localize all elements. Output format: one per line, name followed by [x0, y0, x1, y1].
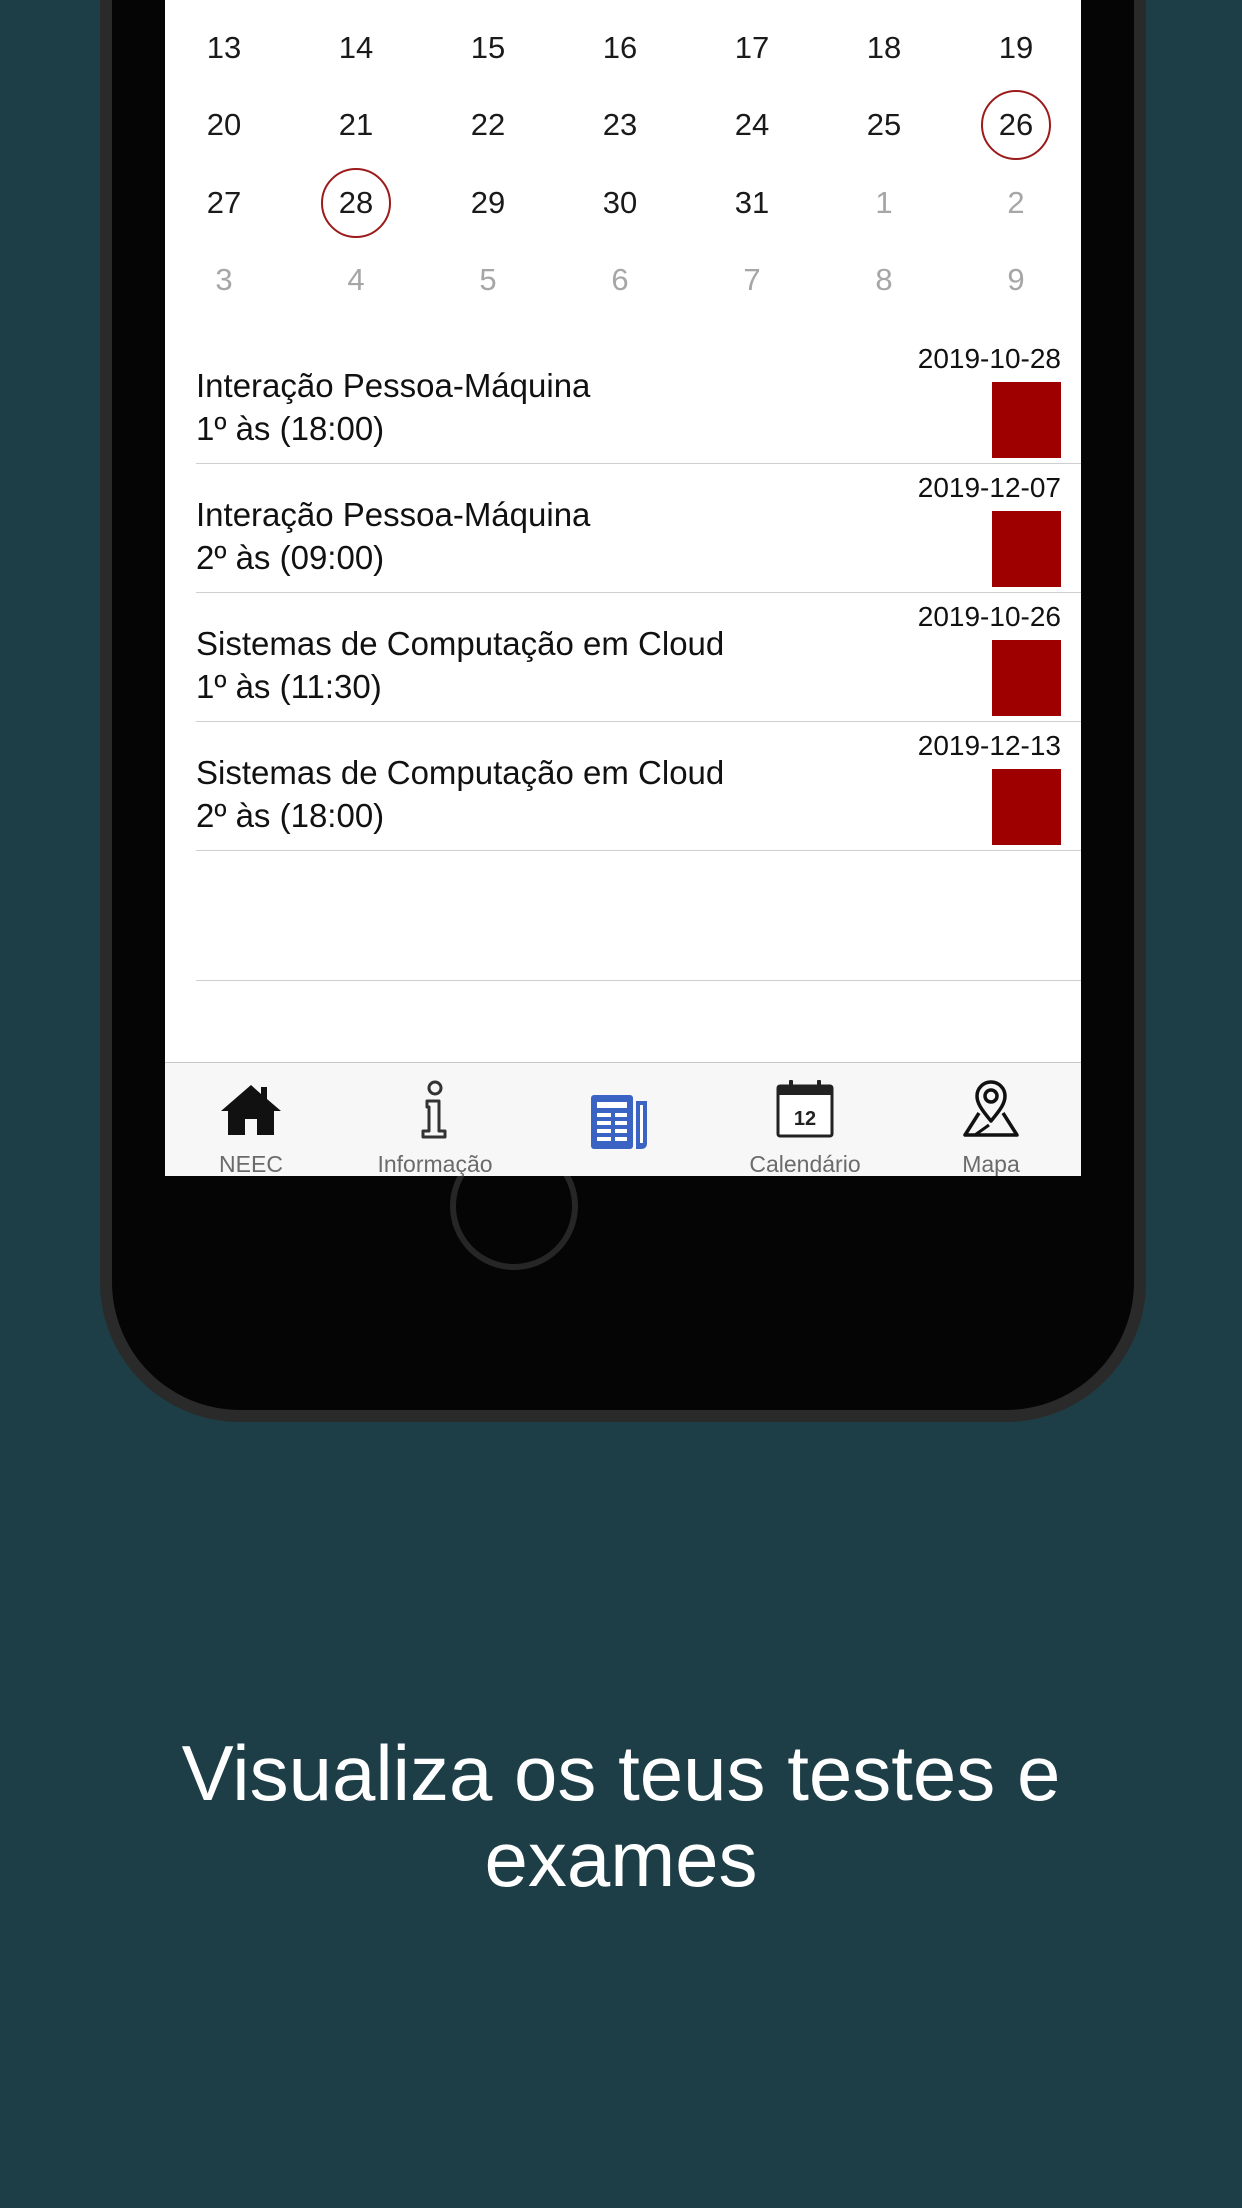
calendar-day-other-month[interactable]: 8 [849, 245, 919, 315]
calendar-day[interactable]: 27 [189, 168, 259, 238]
tab-label: Mapa [962, 1151, 1020, 1176]
exam-color-swatch [992, 640, 1061, 716]
tab-label: Calendário [749, 1151, 861, 1176]
exam-color-swatch [992, 511, 1061, 587]
calendar-day[interactable]: 24 [717, 90, 787, 160]
calendar-day[interactable]: 17 [717, 13, 787, 83]
headline-line: exames [484, 1815, 758, 1903]
calendar-day[interactable]: 18 [849, 13, 919, 83]
calendar-week-row: 20 21 22 23 24 25 26 [165, 90, 1081, 160]
exam-time: 1º às (18:00) [196, 410, 385, 447]
empty-list-row [196, 851, 1081, 981]
exam-time: 2º às (18:00) [196, 797, 385, 834]
calendar-day[interactable]: 23 [585, 90, 655, 160]
exam-color-swatch [992, 769, 1061, 845]
calendar-day-other-month[interactable]: 9 [981, 245, 1051, 315]
tab-calendario[interactable]: 12 Calendário [720, 1063, 890, 1176]
calendar-week-row: 3 4 5 6 7 8 9 [165, 245, 1081, 305]
exam-color-swatch [992, 382, 1061, 458]
calendar-day-other-month[interactable]: 4 [321, 245, 391, 315]
calendar-day[interactable]: 29 [453, 168, 523, 238]
tab-informacao[interactable]: Informação [350, 1063, 520, 1176]
calendar-day[interactable]: 22 [453, 90, 523, 160]
calendar-day-other-month[interactable]: 2 [981, 168, 1051, 238]
exam-time: 1º às (11:30) [196, 668, 382, 705]
calendar-day-other-month[interactable]: 3 [189, 245, 259, 315]
tab-label: NEEC [219, 1151, 283, 1176]
info-icon [415, 1079, 455, 1146]
exam-date: 2019-10-28 [917, 343, 1061, 374]
calendar-day-other-month[interactable]: 5 [453, 245, 523, 315]
calendar-week-row: 13 14 15 16 17 18 19 [165, 13, 1081, 73]
exam-title: Interação Pessoa-Máquina [196, 496, 591, 533]
marketing-headline: Visualiza os teus testes e exames [0, 1730, 1242, 1902]
exam-date: 2019-12-07 [917, 472, 1061, 503]
tab-mapa[interactable]: Mapa [906, 1063, 1076, 1176]
calendar-icon-text: 12 [794, 1108, 816, 1130]
exam-title: Interação Pessoa-Máquina [196, 367, 591, 404]
calendar-day[interactable]: 16 [585, 13, 655, 83]
map-pin-icon [959, 1079, 1023, 1144]
calendar-day[interactable]: 19 [981, 13, 1051, 83]
exam-date: 2019-10-26 [917, 601, 1061, 632]
house-icon [219, 1079, 283, 1144]
calendar-day[interactable]: 13 [189, 13, 259, 83]
tab-neec[interactable]: NEEC [166, 1063, 336, 1176]
calendar-day[interactable]: 15 [453, 13, 523, 83]
calendar-day-other-month[interactable]: 6 [585, 245, 655, 315]
exam-list-item[interactable]: Interação Pessoa-Máquina 1º às (18:00) 2… [196, 334, 1081, 464]
calendar-icon: 12 [775, 1079, 835, 1144]
newspaper-icon [589, 1093, 651, 1156]
calendar-week-row: 27 28 29 30 31 1 2 [165, 168, 1081, 238]
exam-list-item[interactable]: Sistemas de Computação em Cloud 2º às (1… [196, 721, 1081, 851]
exam-list-item[interactable]: Sistemas de Computação em Cloud 1º às (1… [196, 592, 1081, 722]
tab-label: Informação [377, 1151, 493, 1176]
calendar-day-other-month[interactable]: 7 [717, 245, 787, 315]
calendar-day-marked[interactable]: 28 [321, 168, 391, 238]
headline-line: Visualiza os teus testes e [181, 1729, 1061, 1817]
calendar-day[interactable]: 14 [321, 13, 391, 83]
exam-list-item[interactable]: Interação Pessoa-Máquina 2º às (09:00) 2… [196, 463, 1081, 593]
calendar-day-marked[interactable]: 26 [981, 90, 1051, 160]
app-screen: 13 14 15 16 17 18 19 20 21 22 23 24 25 2… [165, 0, 1081, 1176]
calendar-day[interactable]: 25 [849, 90, 919, 160]
exam-date: 2019-12-13 [917, 730, 1061, 761]
calendar-day[interactable]: 20 [189, 90, 259, 160]
exam-time: 2º às (09:00) [196, 539, 385, 576]
calendar-day[interactable]: 21 [321, 90, 391, 160]
calendar-day-other-month[interactable]: 1 [849, 168, 919, 238]
calendar-day[interactable]: 30 [585, 168, 655, 238]
tab-news[interactable] [535, 1063, 705, 1176]
exam-title: Sistemas de Computação em Cloud [196, 625, 725, 662]
calendar-day[interactable]: 31 [717, 168, 787, 238]
tab-bar: NEEC Informação 12 Calendário Mapa [165, 1062, 1081, 1176]
exam-title: Sistemas de Computação em Cloud [196, 754, 725, 791]
